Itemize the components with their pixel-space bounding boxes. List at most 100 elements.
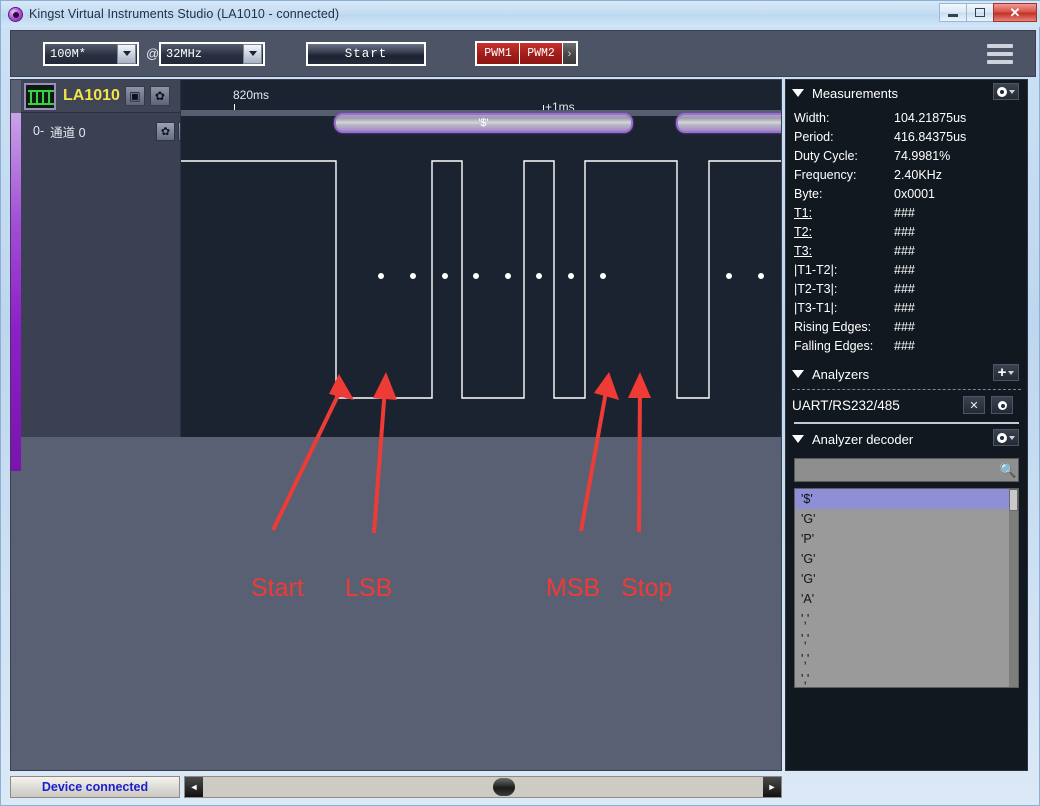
decoder-list-item[interactable]: '$' [795, 489, 1018, 509]
application-window: Kingst Virtual Instruments Studio (LA101… [0, 0, 1040, 806]
decoder-settings-button[interactable] [993, 429, 1019, 446]
analyzer-settings-gear-icon[interactable] [991, 396, 1013, 414]
sample-dot [473, 273, 479, 279]
chevron-down-icon [1009, 90, 1015, 94]
sample-dot [568, 273, 574, 279]
decoder-output-list[interactable]: '$''G''P''G''G''A'','','','',' [794, 488, 1019, 688]
channel-row-0[interactable]: 0- 通道 0 ✿ ✕ [21, 120, 180, 142]
horizontal-scrollbar[interactable]: ◄ ► [184, 776, 782, 798]
sample-dot [378, 273, 384, 279]
channel-sidebar: LA1010 ▣ ✿ 0- 通道 0 ✿ ✕ [21, 80, 180, 437]
channel-settings-gear-icon[interactable]: ✿ [156, 122, 175, 141]
close-button[interactable]: ✕ [993, 3, 1037, 22]
collapse-triangle-icon[interactable] [792, 89, 804, 97]
channel-color-strip [11, 113, 21, 471]
measurement-value: ### [894, 320, 915, 334]
device-header: LA1010 ▣ ✿ [21, 80, 190, 113]
measurement-value: ### [894, 301, 915, 315]
measurements-section-header[interactable]: Measurements [786, 80, 1027, 106]
measurement-value: ### [894, 225, 915, 239]
waveform-view[interactable]: 820ms +1ms '$' [180, 80, 782, 437]
pwm-more-chevron-icon[interactable]: › [563, 43, 576, 64]
scroll-track[interactable] [203, 777, 763, 797]
add-analyzer-button[interactable]: + [993, 364, 1019, 381]
side-panel: Measurements Width:104.21875usPeriod:416… [785, 79, 1028, 771]
annotation-label-stop: Stop [621, 574, 672, 603]
scroll-thumb[interactable] [493, 778, 515, 796]
gear-icon [997, 433, 1007, 443]
sample-depth-dropdown[interactable]: 100M* [43, 42, 139, 66]
pwm1-button[interactable]: PWM1 [477, 43, 520, 64]
minimize-button[interactable] [939, 3, 967, 22]
measurement-key: Period: [794, 130, 894, 144]
decoder-list-item[interactable]: ',' [795, 609, 1018, 629]
measurement-row: |T3-T1|:### [794, 298, 1027, 317]
device-status-label: Device connected [10, 776, 180, 798]
chevron-down-icon [1009, 436, 1015, 440]
measurement-key: |T3-T1|: [794, 301, 894, 315]
measurement-key: |T2-T3|: [794, 282, 894, 296]
pwm2-button[interactable]: PWM2 [520, 43, 563, 64]
at-separator: @ [146, 46, 159, 61]
analyzer-decoder-section-header[interactable]: Analyzer decoder [786, 426, 1027, 452]
decoder-scroll-thumb[interactable] [1009, 489, 1018, 511]
analyzer-item-uart[interactable]: UART/RS232/485 ✕ [786, 392, 1027, 418]
search-icon[interactable]: 🔍 [998, 462, 1018, 479]
decoder-list-item[interactable]: 'G' [795, 509, 1018, 529]
sample-depth-value: 100M* [45, 47, 117, 61]
measurements-settings-button[interactable] [993, 83, 1019, 100]
gear-icon [997, 87, 1007, 97]
pwm-button-group: PWM1 PWM2 › [475, 41, 578, 66]
measurement-value: 104.21875us [894, 111, 966, 125]
decoder-list-item[interactable]: 'A' [795, 589, 1018, 609]
analyzer-section-divider [794, 422, 1019, 424]
measurement-value: ### [894, 282, 915, 296]
decoder-list-item[interactable]: 'P' [795, 529, 1018, 549]
device-name: LA1010 [63, 87, 120, 105]
waveform-logo-icon [24, 83, 56, 110]
main-toolbar: 100M* @ 32MHz Start PWM1 PWM2 › [10, 30, 1036, 77]
channel-index-label: 0- [33, 124, 44, 138]
collapse-triangle-icon[interactable] [792, 370, 804, 378]
measurement-row: |T1-T2|:### [794, 260, 1027, 279]
decoder-list-item[interactable]: 'G' [795, 549, 1018, 569]
measurement-value: ### [894, 339, 915, 353]
search-input[interactable] [795, 463, 998, 477]
gear-icon [998, 401, 1007, 410]
hamburger-line [987, 44, 1013, 48]
device-settings-gear-icon[interactable]: ✿ [150, 86, 170, 106]
channel-name-label: 通道 0 [50, 122, 85, 141]
analyzers-divider [792, 389, 1021, 390]
device-chip-icon[interactable]: ▣ [125, 86, 145, 106]
hamburger-menu-button[interactable] [987, 44, 1013, 64]
collapse-triangle-icon[interactable] [792, 435, 804, 443]
chevron-down-icon[interactable] [243, 44, 262, 64]
decoder-list-scrollbar[interactable] [1009, 489, 1018, 688]
measurement-key: Rising Edges: [794, 320, 894, 334]
scroll-right-button[interactable]: ► [763, 777, 781, 797]
measurement-row: T2:### [794, 222, 1027, 241]
measurement-key: Byte: [794, 187, 894, 201]
analyzers-section-header[interactable]: Analyzers + [786, 361, 1027, 387]
start-button[interactable]: Start [306, 42, 426, 66]
decoder-list-item[interactable]: ',' [795, 629, 1018, 649]
plus-icon: + [998, 365, 1007, 380]
decoder-list-item[interactable]: ',' [795, 669, 1018, 688]
decoder-list-item[interactable]: ',' [795, 649, 1018, 669]
measurement-value: ### [894, 244, 915, 258]
decoder-search-box[interactable]: 🔍 [794, 458, 1019, 482]
sample-dot [726, 273, 732, 279]
scroll-left-button[interactable]: ◄ [185, 777, 203, 797]
measurement-key: T1: [794, 206, 894, 220]
measurement-key: |T1-T2|: [794, 263, 894, 277]
sample-dot [442, 273, 448, 279]
chevron-down-icon[interactable] [117, 44, 136, 64]
analyzer-remove-icon[interactable]: ✕ [963, 396, 985, 414]
measurement-row: Byte:0x0001 [794, 184, 1027, 203]
sample-dot [505, 273, 511, 279]
status-bar: Device connected ◄ ► [10, 775, 782, 799]
sample-rate-dropdown[interactable]: 32MHz [159, 42, 265, 66]
maximize-button[interactable] [966, 3, 994, 22]
decoder-items-container: '$''G''P''G''G''A'','','','',' [795, 489, 1018, 688]
decoder-list-item[interactable]: 'G' [795, 569, 1018, 589]
